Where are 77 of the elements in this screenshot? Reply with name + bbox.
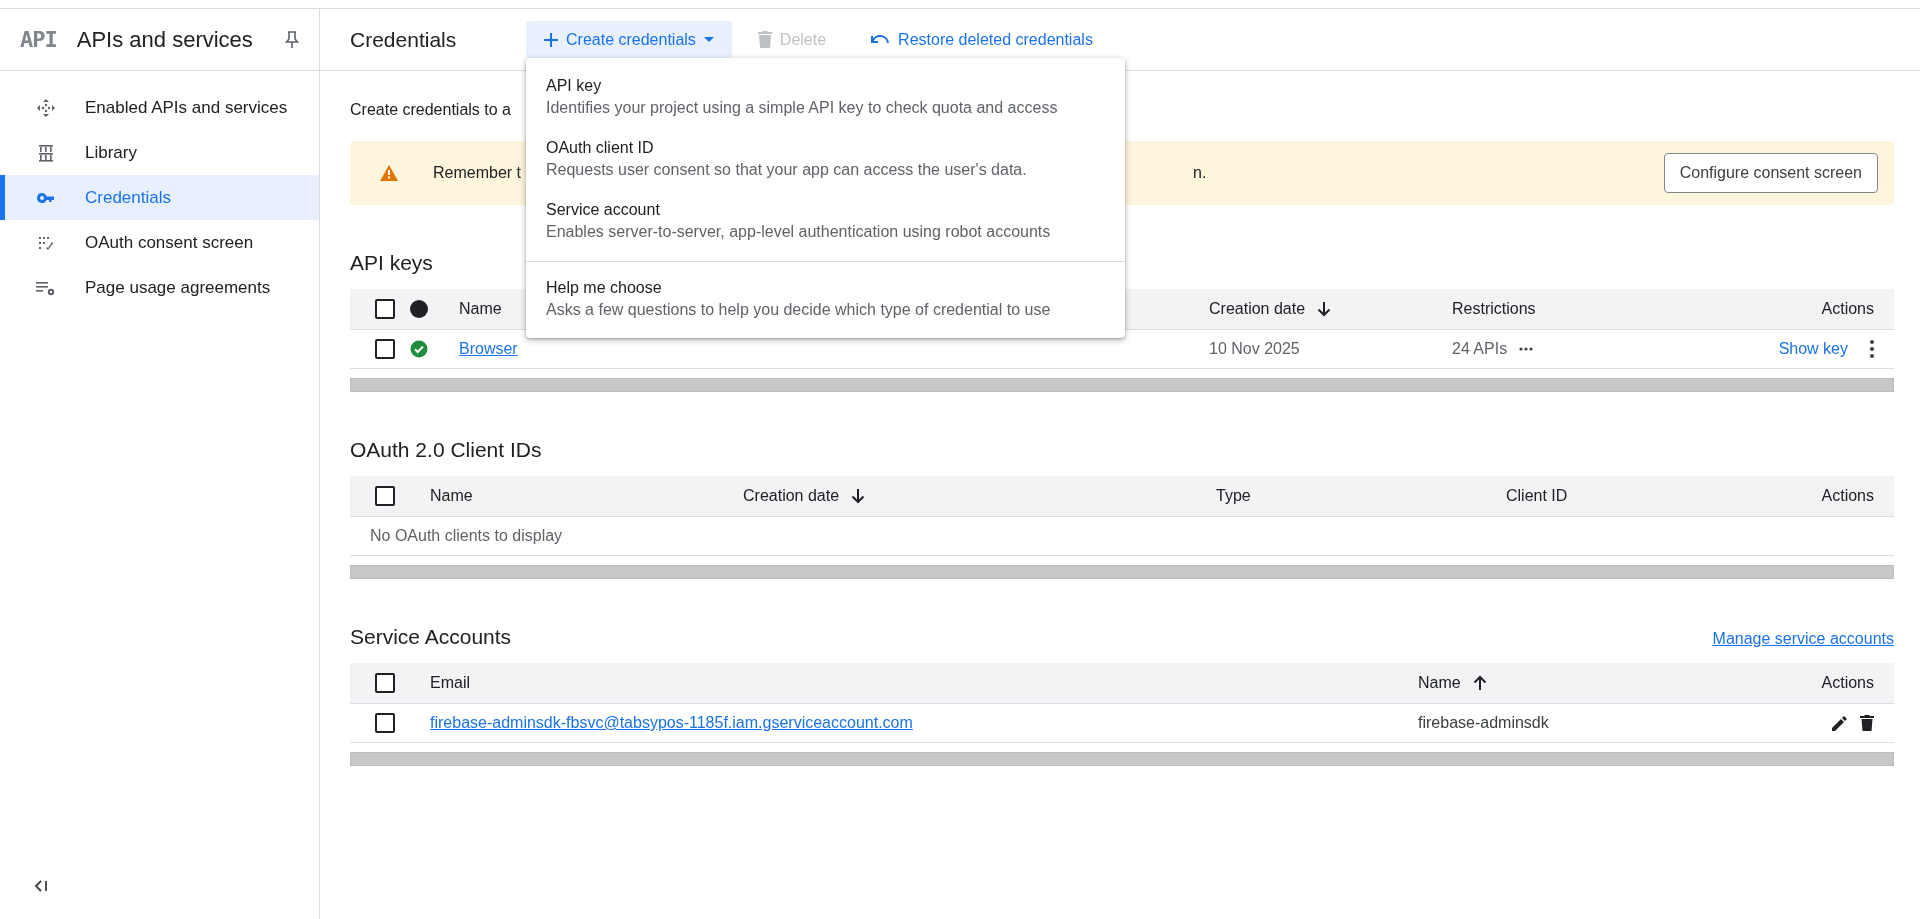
banner-text: n. — [1193, 164, 1208, 182]
page-title: Credentials — [350, 27, 458, 52]
horizontal-scrollbar[interactable] — [350, 378, 1894, 392]
trash-icon[interactable] — [1860, 715, 1874, 731]
column-header: Client ID — [1506, 487, 1568, 505]
menu-item-title: Help me choose — [546, 279, 663, 297]
menu-item-description: Asks a few questions to help you decide which type of credential to use — [546, 301, 1052, 319]
column-header: Actions — [1821, 674, 1874, 692]
menu-item-description: Requests user consent so that your app can access the user's data. — [546, 161, 1028, 179]
column-header[interactable]: Creation date — [1209, 300, 1306, 318]
column-header[interactable]: Creation date — [743, 487, 840, 505]
menu-item[interactable]: API key Identifies your project using a simple API key to check quota and access — [526, 66, 1125, 128]
menu-item[interactable]: OAuth client ID Requests user consent so that your app can access the user's data. — [526, 128, 1125, 190]
list-settings-icon — [35, 279, 57, 296]
trash-icon — [757, 31, 772, 48]
dotted-check-icon — [37, 234, 55, 251]
api-logo: API — [20, 27, 57, 52]
collapse-icon[interactable] — [34, 879, 48, 893]
section-title: API keys — [350, 251, 434, 275]
horizontal-scrollbar[interactable] — [350, 565, 1894, 579]
nav-item[interactable]: Credentials — [0, 175, 319, 220]
nav-item[interactable]: Enabled APIs and services — [0, 85, 319, 130]
menu-item[interactable]: Help me choose Asks a few questions to help you decide which type of credential to use — [526, 268, 1125, 330]
column-header: Email — [430, 674, 470, 692]
intro-text: Create credentials to a — [350, 101, 511, 119]
table-cell-text: 10 Nov 2025 — [1209, 340, 1301, 358]
section-title: Service Accounts — [350, 625, 512, 649]
nav-item[interactable]: Page usage agreements — [0, 265, 319, 310]
undo-icon — [870, 33, 891, 46]
pin-icon[interactable] — [285, 30, 299, 49]
column-header: Actions — [1821, 487, 1874, 505]
menu-item-title: API key — [546, 77, 603, 95]
sort-down-icon[interactable] — [851, 488, 866, 504]
plus-icon — [544, 32, 558, 47]
horizontal-scrollbar[interactable] — [350, 752, 1894, 766]
menu-item[interactable]: Service account Enables server-to-server, app-level authentication using robot accounts — [526, 190, 1125, 252]
column-header: Restrictions — [1452, 300, 1536, 318]
checkbox[interactable] — [375, 299, 395, 319]
move-arrows-icon — [36, 97, 56, 118]
manage-service-accounts-link[interactable]: Manage service accounts — [1712, 630, 1894, 648]
checkbox[interactable] — [375, 673, 395, 693]
column-header[interactable]: Name — [1418, 674, 1461, 692]
menu-item-description: Identifies your project using a simple API key to check quota and access — [546, 99, 1059, 117]
key-icon — [36, 191, 56, 204]
checkbox[interactable] — [375, 486, 395, 506]
more-horizontal-icon[interactable] — [1519, 347, 1534, 351]
menu-item-title: OAuth client ID — [546, 139, 655, 157]
pencil-icon[interactable] — [1832, 715, 1848, 731]
product-title: APIs and services — [76, 26, 254, 53]
table-cell: 24 APIs — [1452, 340, 1508, 358]
status-dot-icon — [410, 300, 428, 318]
library-icon — [37, 143, 55, 162]
section-title: OAuth 2.0 Client IDs — [350, 438, 543, 462]
sort-up-icon[interactable] — [1472, 675, 1487, 691]
configure-consent-button[interactable]: Configure consent screen — [1663, 153, 1878, 193]
column-header: Name — [430, 487, 473, 505]
nav-item[interactable]: OAuth consent screen — [0, 220, 319, 265]
restore-button[interactable]: Restore deleted credentials — [852, 20, 1111, 59]
column-header: Actions — [1821, 300, 1874, 318]
checkbox[interactable] — [375, 339, 395, 359]
table-cell-text: firebase-adminsdk — [1418, 714, 1550, 732]
banner-text: Remember t — [433, 164, 522, 182]
column-header: Name — [459, 300, 502, 318]
warning-icon — [380, 165, 398, 181]
menu-item-title: Service account — [546, 201, 661, 219]
create-button[interactable]: Create credentials — [526, 20, 732, 59]
checkbox[interactable] — [375, 713, 395, 733]
column-header: Type — [1216, 487, 1251, 505]
email-link[interactable]: firebase-adminsdk-fbsvc@tabsypos-1185f.iam.gserviceaccount.com — [430, 714, 913, 731]
menu-item-description: Enables server-to-server, app-level authentication using robot accounts — [546, 223, 1052, 241]
show-key-link[interactable]: Show key — [1778, 340, 1848, 358]
nav-item[interactable]: Library — [0, 130, 319, 175]
more-vertical-icon[interactable] — [1870, 340, 1874, 358]
caret-icon — [703, 37, 714, 42]
key-name-link[interactable]: Browser — [459, 340, 518, 357]
sort-down-icon[interactable] — [1317, 301, 1332, 317]
empty-message: No OAuth clients to display — [369, 527, 564, 545]
